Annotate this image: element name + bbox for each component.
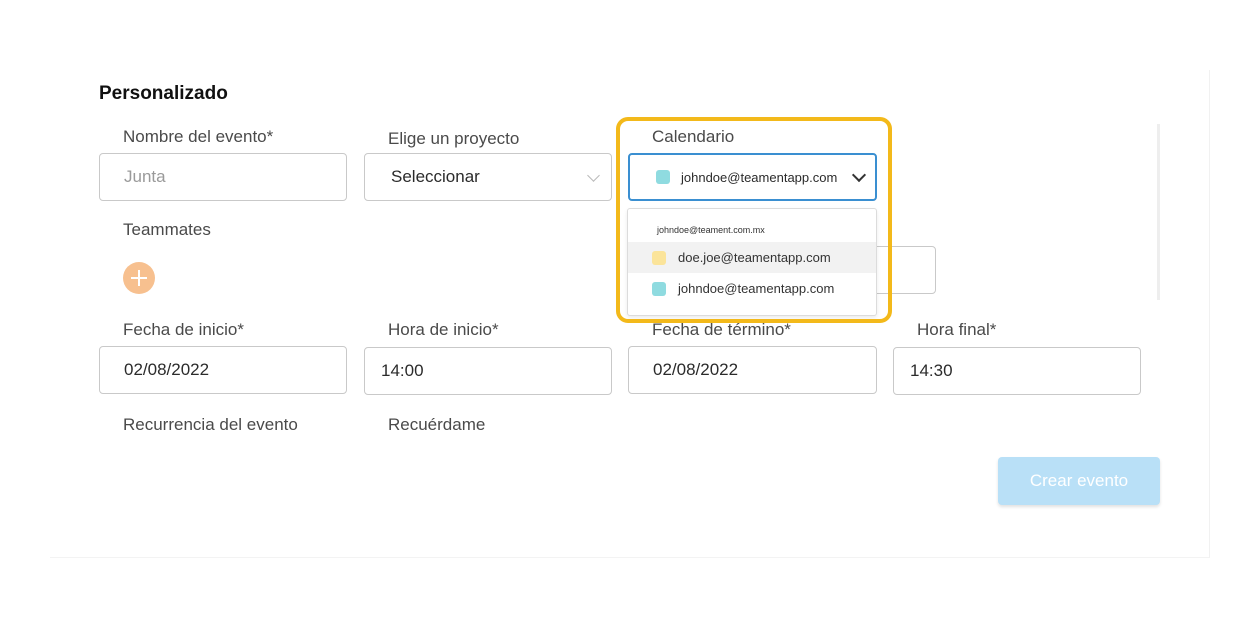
- chevron-down-icon: [851, 167, 867, 183]
- start-time-label: Hora de inicio*: [388, 320, 499, 339]
- start-date-input[interactable]: 02/08/2022: [99, 346, 347, 394]
- calendar-select-value: johndoe@teamentapp.com: [681, 169, 838, 185]
- end-date-label: Fecha de término*: [652, 320, 791, 339]
- project-select-value: Seleccionar: [391, 167, 480, 186]
- calendar-dropdown: johndoe@teament.com.mx doe.joe@teamentap…: [627, 208, 877, 316]
- calendar-option-doe-joe[interactable]: doe.joe@teamentapp.com: [628, 242, 876, 273]
- recurrence-label: Recurrencia del evento: [123, 415, 298, 434]
- project-label: Elige un proyecto: [388, 129, 520, 148]
- calendar-color-swatch: [652, 281, 666, 296]
- dropdown-group-header: johndoe@teament.com.mx: [657, 225, 765, 235]
- calendar-option-johndoe[interactable]: johndoe@teamentapp.com: [628, 273, 876, 304]
- end-time-label: Hora final*: [917, 320, 997, 339]
- event-name-input[interactable]: Junta: [99, 153, 347, 201]
- add-teammate-button[interactable]: [123, 262, 155, 294]
- project-select[interactable]: Seleccionar: [364, 153, 612, 201]
- reminder-label: Recuérdame: [388, 415, 486, 434]
- event-name-label: Nombre del evento*: [123, 127, 274, 146]
- end-date-input[interactable]: 02/08/2022: [628, 346, 877, 394]
- event-name-placeholder: Junta: [124, 167, 166, 186]
- event-form-page: Personalizado Nombre del evento* Elige u…: [0, 0, 1260, 630]
- end-time-input[interactable]: 14:30: [893, 347, 1141, 395]
- calendar-color-swatch: [652, 250, 666, 265]
- section-title: Personalizado: [99, 83, 228, 104]
- chevron-down-icon: [587, 169, 600, 182]
- calendar-select[interactable]: johndoe@teamentapp.com: [628, 153, 877, 201]
- calendar-option-label: johndoe@teamentapp.com: [678, 281, 835, 296]
- calendar-label: Calendario: [652, 127, 735, 146]
- calendar-color-swatch: [656, 170, 670, 184]
- start-time-input[interactable]: 14:00: [364, 347, 612, 395]
- start-time-value: 14:00: [381, 361, 424, 380]
- create-event-button[interactable]: Crear evento: [998, 457, 1160, 505]
- start-date-value: 02/08/2022: [124, 360, 210, 379]
- end-date-value: 02/08/2022: [653, 360, 739, 379]
- teammates-label: Teammates: [123, 220, 211, 239]
- calendar-option-label: doe.joe@teamentapp.com: [678, 250, 831, 265]
- end-time-value: 14:30: [910, 361, 953, 380]
- start-date-label: Fecha de inicio*: [123, 320, 244, 339]
- form-scrollbar[interactable]: [1157, 124, 1160, 300]
